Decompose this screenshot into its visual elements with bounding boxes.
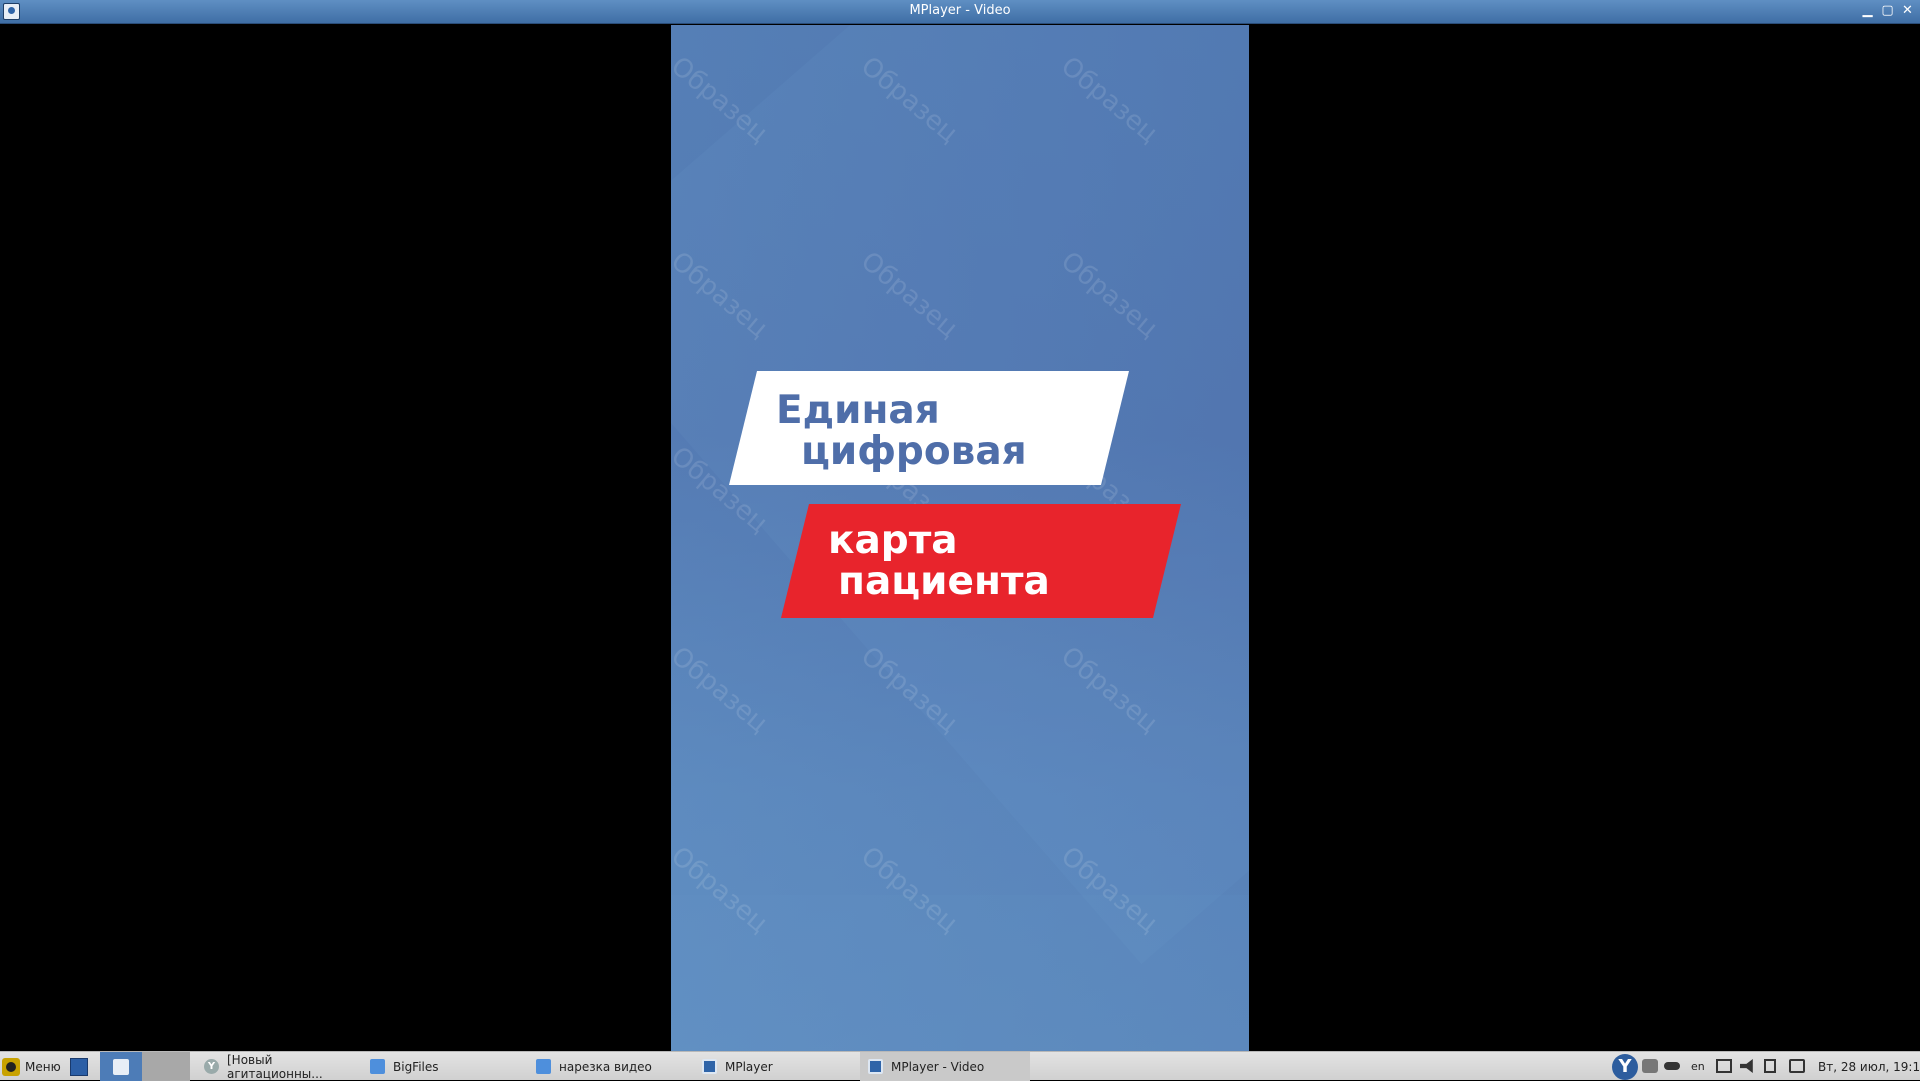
window-title: MPlayer - Video [909, 3, 1011, 18]
task-yandex-browser[interactable]: Y [Новый агитационны... [196, 1052, 356, 1081]
video-frame[interactable]: Образец Образец Образец Образец Образец … [671, 25, 1249, 1051]
network-icon[interactable] [1642, 1059, 1658, 1073]
title-line-3: карта [828, 518, 958, 563]
taskbar: Меню Y [Новый агитационны... BigFiles на… [0, 1051, 1920, 1081]
task-mplayer[interactable]: MPlayer [694, 1052, 854, 1081]
task-label: MPlayer - Video [891, 1059, 985, 1074]
task-label: нарезка видео [559, 1059, 652, 1074]
clipboard-icon[interactable] [1764, 1059, 1776, 1073]
display-icon[interactable] [1716, 1059, 1732, 1073]
close-button[interactable]: ✕ [1899, 3, 1916, 20]
quicklaunch-mplayer[interactable] [100, 1052, 142, 1081]
keyboard-layout[interactable]: en [1691, 1060, 1705, 1073]
mplayer-icon [702, 1059, 717, 1074]
volume-icon[interactable] [1740, 1059, 1753, 1073]
task-label: MPlayer [725, 1059, 773, 1074]
start-menu-label: Меню [25, 1059, 61, 1074]
key-icon[interactable] [1664, 1062, 1680, 1070]
yandex-icon: Y [1612, 1053, 1638, 1080]
start-menu-icon [2, 1057, 20, 1076]
screen-icon[interactable] [1789, 1059, 1805, 1073]
task-bigfiles[interactable]: BigFiles [362, 1052, 522, 1081]
taskbar-spacer [142, 1052, 190, 1081]
folder-icon [536, 1059, 551, 1074]
task-narezka-video[interactable]: нарезка видео [528, 1052, 688, 1081]
mplayer-icon [113, 1058, 129, 1075]
title-line-4: пациента [838, 559, 1050, 604]
task-label: [Новый агитационны... [227, 1052, 323, 1081]
task-mplayer-video[interactable]: MPlayer - Video [860, 1052, 1030, 1081]
folder-icon [370, 1059, 385, 1074]
minimize-button[interactable]: ▁ [1859, 3, 1876, 20]
task-label: BigFiles [393, 1059, 439, 1074]
clock[interactable]: Вт, 28 июл, 19:13 [1818, 1060, 1920, 1074]
title-line-2: цифровая [801, 429, 1027, 474]
maximize-button[interactable]: ▢ [1879, 3, 1896, 20]
window-titlebar[interactable]: MPlayer - Video ▁ ▢ ✕ [0, 0, 1920, 24]
title-line-1: Единая [776, 388, 940, 433]
yandex-browser-icon: Y [204, 1059, 219, 1074]
desktop-icon [70, 1057, 88, 1076]
tray-yandex[interactable]: Y [1612, 1052, 1638, 1081]
mplayer-icon [868, 1059, 883, 1074]
show-desktop-button[interactable] [70, 1052, 88, 1081]
video-area[interactable]: Образец Образец Образец Образец Образец … [0, 25, 1920, 1051]
start-menu-button[interactable]: Меню [2, 1052, 61, 1081]
